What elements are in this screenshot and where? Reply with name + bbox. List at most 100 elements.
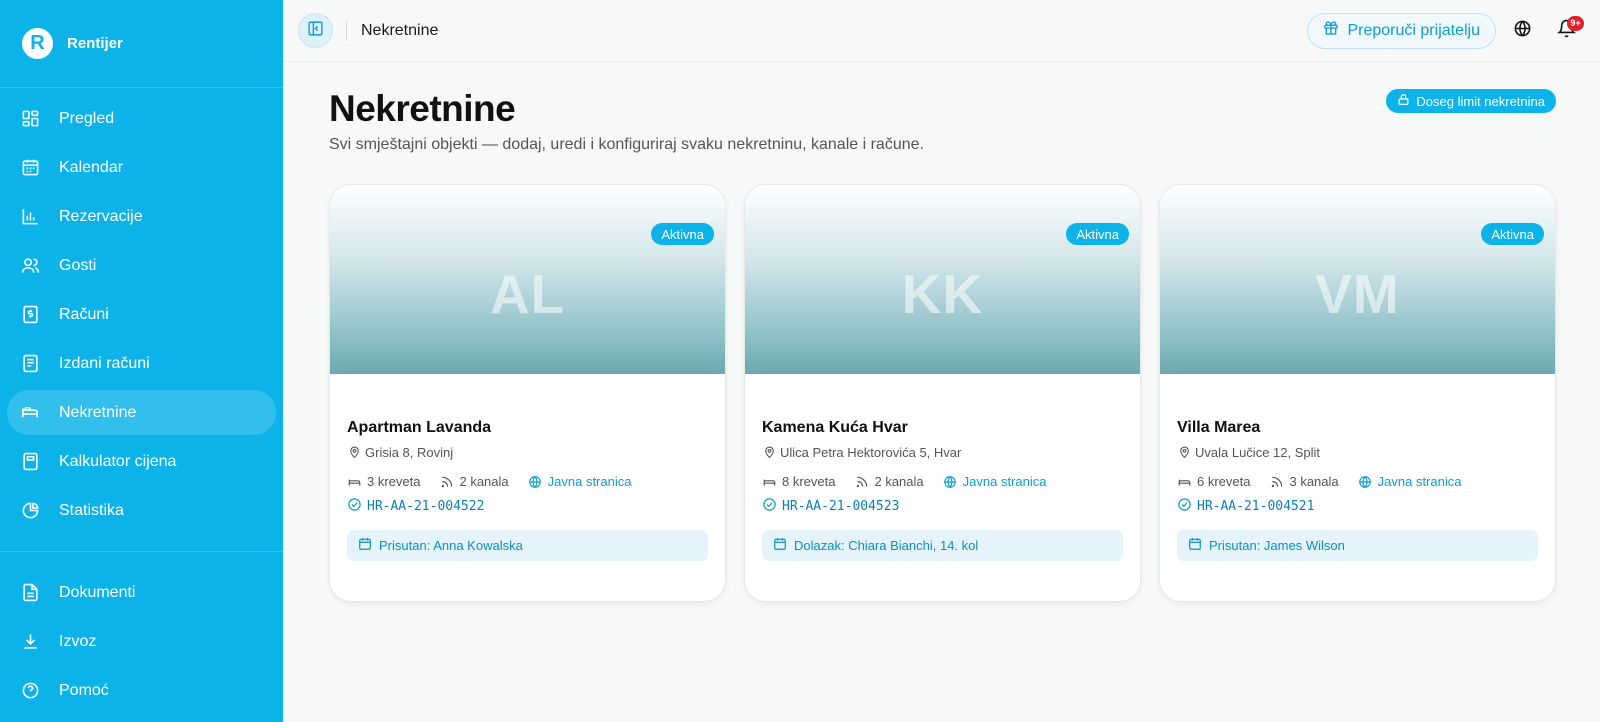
guest-status-text: Prisutan: Anna Kowalska bbox=[379, 538, 523, 553]
calendar-icon bbox=[773, 537, 787, 554]
receipt-icon bbox=[20, 354, 40, 374]
brand[interactable]: R Rentijer bbox=[0, 0, 283, 88]
property-card-image: AL Aktivna bbox=[330, 185, 725, 374]
calendar-icon bbox=[1188, 537, 1202, 554]
property-license-text: HR-AA-21-004523 bbox=[782, 499, 900, 514]
notifications-button[interactable]: 9+ bbox=[1548, 13, 1584, 49]
property-card[interactable]: AL Aktivna Apartman Lavanda Grisia 8, Ro… bbox=[329, 184, 726, 602]
globe-icon bbox=[943, 474, 958, 489]
sidebar-item-statistika[interactable]: Statistika bbox=[7, 488, 276, 533]
property-beds-text: 3 kreveta bbox=[367, 474, 421, 489]
property-beds: 6 kreveta bbox=[1177, 474, 1250, 489]
sidebar-item-label: Računi bbox=[59, 305, 109, 323]
property-beds: 8 kreveta bbox=[762, 474, 835, 489]
sidebar-item-izdani-racuni[interactable]: Izdani računi bbox=[7, 341, 276, 386]
sidebar-item-label: Pomoć bbox=[59, 681, 109, 699]
property-beds-text: 8 kreveta bbox=[782, 474, 836, 489]
sidebar-item-dokumenti[interactable]: Dokumenti bbox=[7, 570, 276, 615]
topbar-actions: Preporuči prijatelju 9+ bbox=[1307, 12, 1600, 49]
property-address: Grisia 8, Rovinj bbox=[347, 445, 708, 460]
property-beds-text: 6 kreveta bbox=[1197, 474, 1251, 489]
property-initials: VM bbox=[1315, 262, 1400, 325]
pie-chart-icon bbox=[20, 501, 40, 521]
property-channels: 2 kanala bbox=[439, 474, 509, 489]
check-circle-icon bbox=[347, 497, 362, 516]
dashboard-icon bbox=[20, 109, 40, 129]
gift-icon bbox=[1323, 20, 1339, 41]
property-meta: 3 kreveta 2 kanala Javna stranica bbox=[347, 474, 708, 489]
property-card[interactable]: KK Aktivna Kamena Kuća Hvar Ulica Petra … bbox=[744, 184, 1141, 602]
property-card-image: KK Aktivna bbox=[745, 185, 1140, 374]
lock-icon bbox=[1397, 93, 1410, 109]
property-address-text: Grisia 8, Rovinj bbox=[365, 445, 454, 460]
public-page-label: Javna stranica bbox=[1377, 474, 1462, 489]
sidebar-item-izvoz[interactable]: Izvoz bbox=[7, 619, 276, 664]
sidebar-item-nekretnine[interactable]: Nekretnine bbox=[7, 390, 276, 435]
document-icon bbox=[20, 583, 40, 603]
public-page-link[interactable]: Javna stranica bbox=[943, 474, 1047, 489]
public-page-link[interactable]: Javna stranica bbox=[528, 474, 632, 489]
bed-icon bbox=[20, 403, 40, 423]
sidebar-toggle-button[interactable] bbox=[298, 13, 333, 48]
sidebar-item-rezervacije[interactable]: Rezervacije bbox=[7, 194, 276, 239]
property-name[interactable]: Apartman Lavanda bbox=[347, 419, 708, 437]
bed-icon bbox=[347, 474, 362, 489]
guest-status: Dolazak: Chiara Bianchi, 14. kol bbox=[762, 530, 1123, 561]
sidebar-item-label: Izdani računi bbox=[59, 354, 150, 372]
property-name[interactable]: Villa Marea bbox=[1177, 419, 1538, 437]
calendar-icon bbox=[20, 158, 40, 178]
rss-icon bbox=[1269, 474, 1284, 489]
property-address: Uvala Lučice 12, Split bbox=[1177, 445, 1538, 460]
property-address-text: Ulica Petra Hektorovića 5, Hvar bbox=[780, 445, 962, 460]
guest-status: Prisutan: James Wilson bbox=[1177, 530, 1538, 561]
bed-icon bbox=[762, 474, 777, 489]
download-icon bbox=[20, 632, 40, 652]
sidebar-item-label: Kalkulator cijena bbox=[59, 452, 177, 470]
sidebar-item-gosti[interactable]: Gosti bbox=[7, 243, 276, 288]
rss-icon bbox=[439, 474, 454, 489]
public-page-link[interactable]: Javna stranica bbox=[1358, 474, 1462, 489]
property-channels: 2 kanala bbox=[854, 474, 924, 489]
calendar-icon bbox=[358, 537, 372, 554]
calculator-icon bbox=[20, 452, 40, 472]
property-cards: AL Aktivna Apartman Lavanda Grisia 8, Ro… bbox=[329, 184, 1556, 602]
property-address-text: Uvala Lučice 12, Split bbox=[1195, 445, 1321, 460]
property-channels-text: 3 kanala bbox=[1289, 474, 1339, 489]
property-license: HR-AA-21-004523 bbox=[762, 497, 1123, 516]
refer-friend-button[interactable]: Preporuči prijatelju bbox=[1307, 12, 1496, 49]
sidebar-divider bbox=[0, 551, 283, 552]
language-button[interactable] bbox=[1504, 13, 1540, 49]
bed-icon bbox=[1177, 474, 1192, 489]
public-page-label: Javna stranica bbox=[962, 474, 1047, 489]
sidebar-item-kalkulator-cijena[interactable]: Kalkulator cijena bbox=[7, 439, 276, 484]
brand-logo-icon: R bbox=[22, 28, 53, 59]
sidebar-item-label: Rezervacije bbox=[59, 207, 143, 225]
property-card[interactable]: VM Aktivna Villa Marea Uvala Lučice 12, … bbox=[1159, 184, 1556, 602]
sidebar-item-racuni[interactable]: Računi bbox=[7, 292, 276, 337]
topbar-divider bbox=[346, 20, 347, 41]
page-subtitle: Svi smještajni objekti — dodaj, uredi i … bbox=[329, 136, 924, 153]
main-content: Nekretnine Svi smještajni objekti — doda… bbox=[283, 62, 1600, 722]
invoice-dollar-icon bbox=[20, 305, 40, 325]
globe-icon bbox=[528, 474, 543, 489]
public-page-label: Javna stranica bbox=[547, 474, 632, 489]
property-channels: 3 kanala bbox=[1269, 474, 1339, 489]
sidebar-item-label: Dokumenti bbox=[59, 583, 136, 601]
guest-status-text: Prisutan: James Wilson bbox=[1209, 538, 1345, 553]
refer-friend-label: Preporuči prijatelju bbox=[1347, 21, 1480, 39]
property-license: HR-AA-21-004521 bbox=[1177, 497, 1538, 516]
property-name[interactable]: Kamena Kuća Hvar bbox=[762, 419, 1123, 437]
notifications-badge: 9+ bbox=[1567, 15, 1584, 31]
guest-status-text: Dolazak: Chiara Bianchi, 14. kol bbox=[794, 538, 979, 553]
sidebar-item-pregled[interactable]: Pregled bbox=[7, 96, 276, 141]
status-badge: Aktivna bbox=[651, 223, 714, 245]
breadcrumb: Nekretnine bbox=[361, 21, 439, 39]
sidebar-item-kalendar[interactable]: Kalendar bbox=[7, 145, 276, 190]
sidebar-item-pomoc[interactable]: Pomoć bbox=[7, 668, 276, 713]
property-limit-label: Doseg limit nekretnina bbox=[1416, 93, 1545, 109]
property-limit-badge[interactable]: Doseg limit nekretnina bbox=[1386, 89, 1556, 113]
sidebar-item-label: Izvoz bbox=[59, 632, 97, 650]
brand-name: Rentijer bbox=[67, 35, 123, 52]
sidebar-item-label: Nekretnine bbox=[59, 403, 137, 421]
globe-icon bbox=[1513, 19, 1532, 43]
